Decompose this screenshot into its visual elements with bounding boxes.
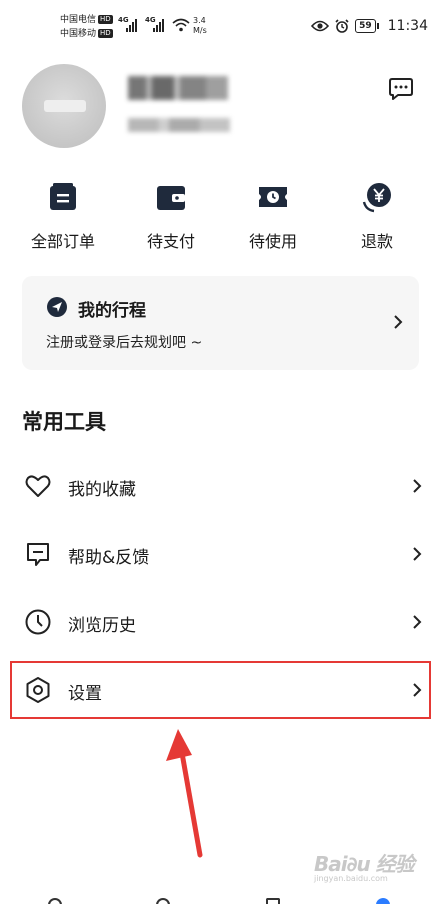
carrier-1-name: 中国电信	[60, 15, 97, 25]
trip-title: 我的行程	[78, 301, 146, 321]
chevron-right-icon	[413, 479, 422, 493]
eye-icon	[311, 20, 330, 32]
avatar[interactable]	[22, 64, 106, 148]
orders-all-label: 全部订单	[30, 232, 95, 251]
tool-history-label: 浏览历史	[68, 616, 136, 636]
chevron-right-icon	[413, 615, 422, 629]
status-right: 59 11:34	[311, 18, 428, 34]
clock: 11:34	[387, 18, 428, 34]
tool-help-feedback[interactable]: 帮助&反馈	[22, 528, 426, 580]
clock-icon	[25, 609, 51, 635]
status-bar: 中国电信 HD 中国移动 HD 4G 4G 3.4 M/s 59 11:34	[0, 0, 440, 48]
wallet-icon	[157, 186, 185, 210]
orders-pending-payment[interactable]: 待支付	[126, 180, 216, 252]
settings-highlight-box	[10, 661, 431, 719]
my-trip-card[interactable]: 我的行程 注册或登录后去规划吧 ~	[22, 276, 419, 370]
chevron-right-icon	[413, 547, 422, 561]
watermark-brand: Bai∂u 经验	[314, 852, 415, 876]
tab-bar-icon[interactable]	[48, 898, 62, 904]
orders-to-use-label: 待使用	[248, 232, 297, 251]
carrier-1: 中国电信 HD	[60, 15, 113, 26]
speed-value: 3.4	[193, 16, 206, 25]
carrier-2-name: 中国移动	[60, 29, 97, 39]
watermark: Bai∂u 经验 jingyan.baidu.com	[314, 848, 415, 883]
ticket-clock-icon	[259, 187, 287, 207]
orders-all[interactable]: 全部订单	[18, 180, 108, 252]
battery-indicator: 59	[355, 19, 379, 33]
refund-yen-icon	[362, 183, 391, 213]
orders-refund-label: 退款	[360, 232, 393, 251]
username-blurred[interactable]	[128, 76, 228, 100]
orders-pending-payment-label: 待支付	[146, 232, 195, 251]
chat-bubble-icon[interactable]	[388, 77, 414, 101]
tab-bar-icon[interactable]	[156, 898, 170, 904]
tools-section-title: 常用工具	[22, 410, 106, 434]
tool-favorites-label: 我的收藏	[68, 480, 136, 500]
hd-badge: HD	[98, 15, 113, 24]
alarm-icon	[335, 19, 349, 33]
tool-history[interactable]: 浏览历史	[22, 596, 426, 648]
feedback-icon	[27, 543, 49, 566]
tool-favorites[interactable]: 我的收藏	[22, 460, 426, 512]
navigation-icon	[47, 297, 67, 317]
wifi-icon	[172, 18, 190, 32]
orders-to-use[interactable]: 待使用	[228, 180, 318, 252]
orders-refund[interactable]: 退款	[332, 180, 422, 252]
trip-subtitle: 注册或登录后去规划吧 ~	[46, 335, 203, 351]
red-arrow-annotation	[166, 729, 203, 858]
user-subtitle-blurred	[128, 118, 230, 132]
network-speed: 3.4 M/s	[193, 16, 207, 36]
signal-icon	[126, 18, 137, 32]
tab-bar-icon-active[interactable]	[376, 898, 390, 904]
tab-bar-icon[interactable]	[266, 898, 280, 904]
hd-badge: HD	[98, 29, 113, 38]
carrier-2: 中国移动 HD	[60, 29, 113, 40]
tool-help-feedback-label: 帮助&反馈	[68, 548, 150, 568]
signal-icon	[153, 18, 164, 32]
heart-icon	[25, 475, 51, 497]
speed-unit: M/s	[193, 26, 207, 35]
avatar-image	[44, 100, 86, 112]
all-orders-icon	[50, 183, 76, 210]
chevron-right-icon	[394, 315, 403, 329]
